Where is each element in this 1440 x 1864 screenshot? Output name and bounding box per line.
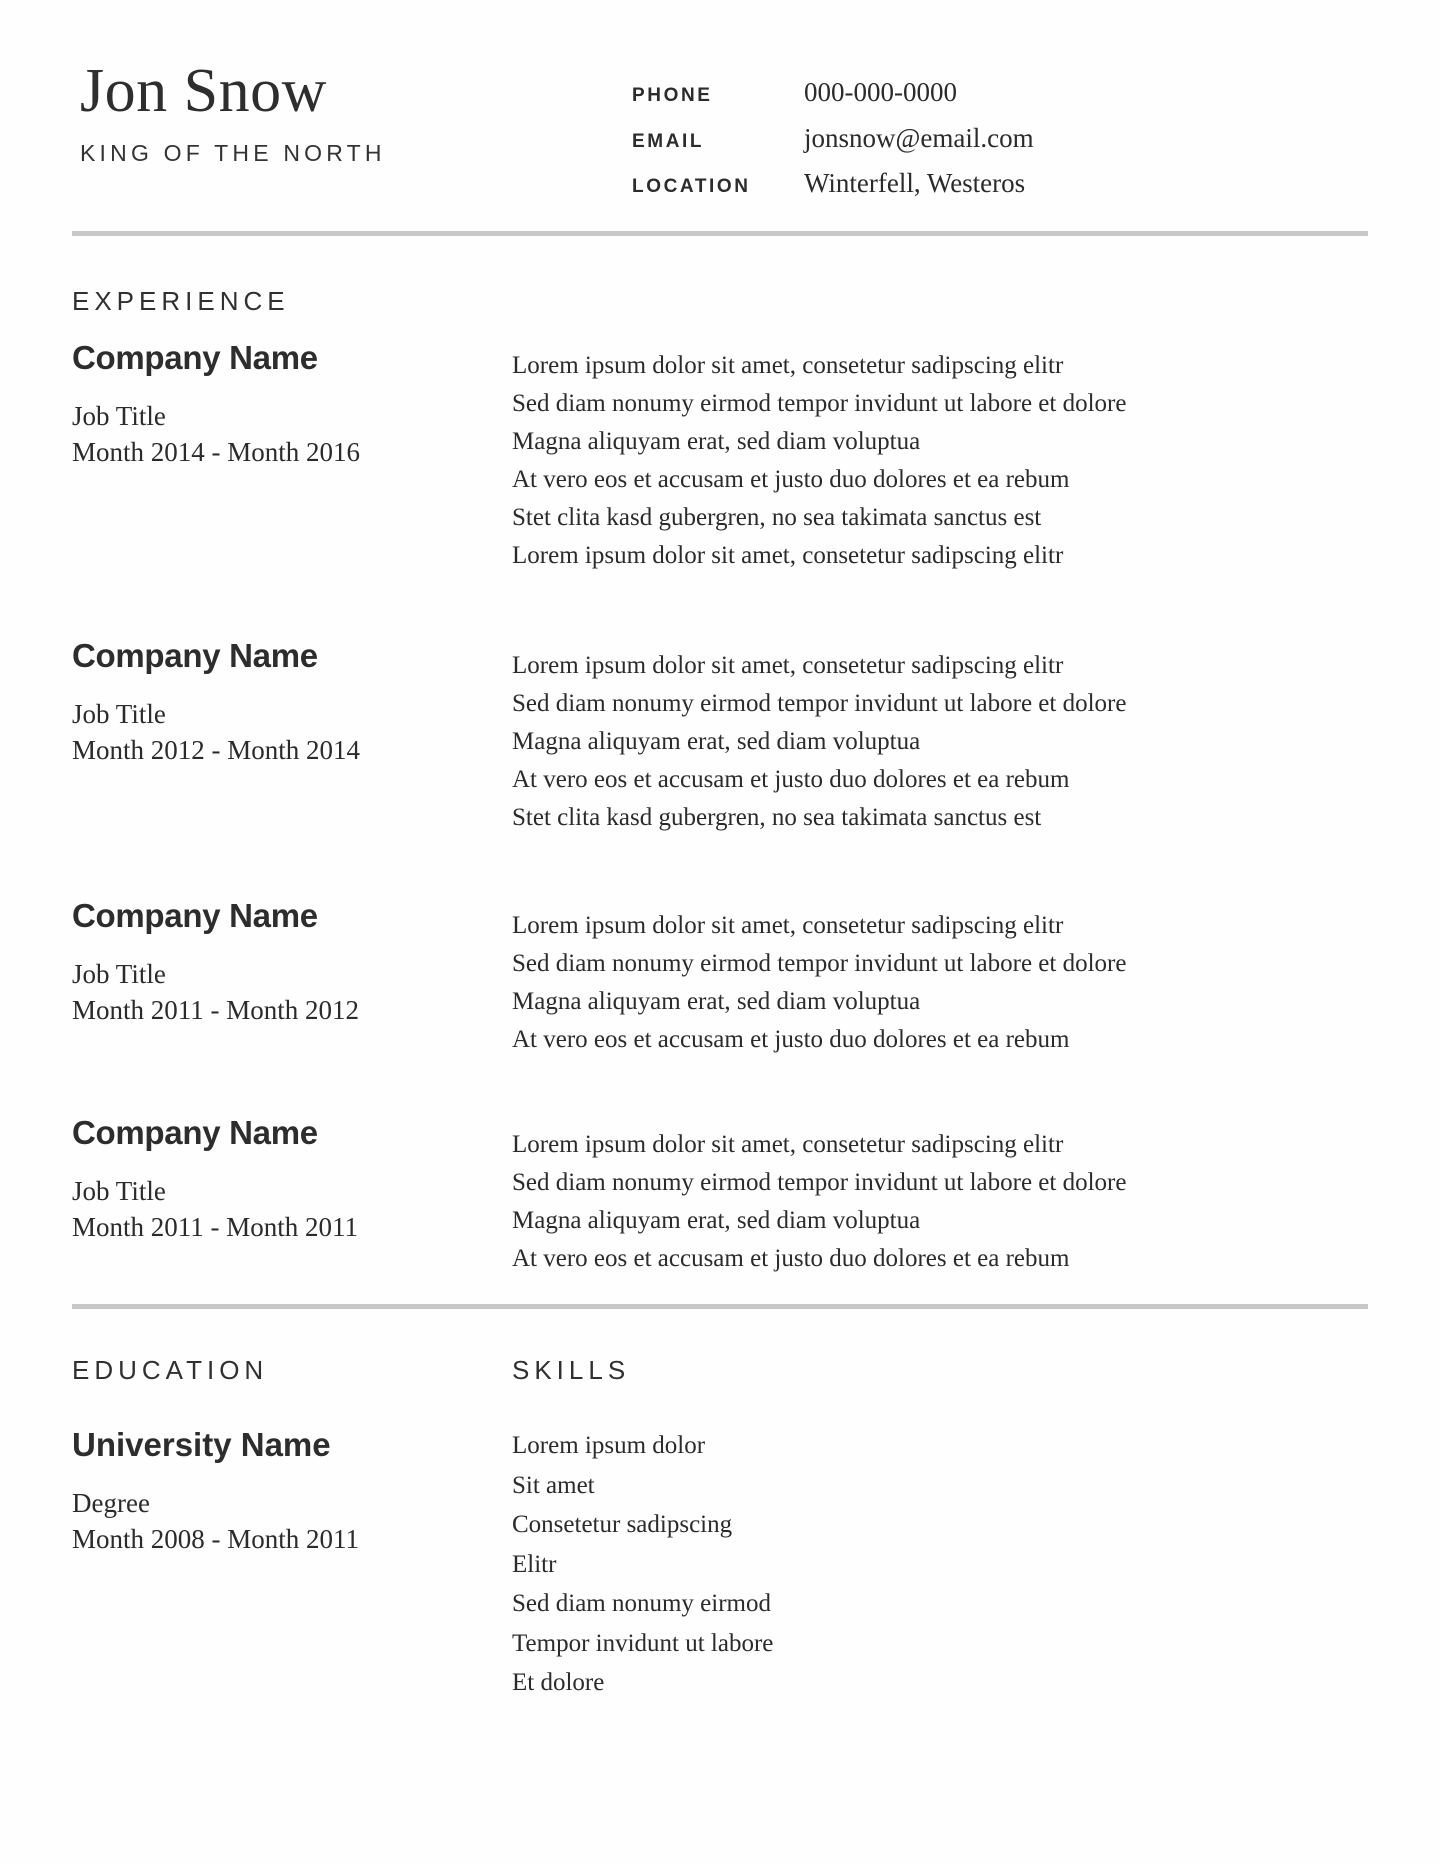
skills-section: SKILLS Lorem ipsum dolor Sit amet Conset… — [512, 1355, 1368, 1703]
skill-item: Lorem ipsum dolor — [512, 1432, 706, 1460]
experience-section-title: EXPERIENCE — [72, 286, 290, 317]
company-name: Company Name — [72, 1114, 318, 1152]
job-title: Job Title — [72, 959, 166, 990]
contact-row-email: EMAIL jonsnow@email.com — [632, 122, 1368, 154]
description-line: Sed diam nonumy eirmod tempor invidunt u… — [512, 690, 1127, 718]
description-line: Sed diam nonumy eirmod tempor invidunt u… — [512, 1169, 1127, 1197]
contact-label-phone: PHONE — [632, 85, 713, 106]
experience-entry: Company Name Job Title Month 2012 - Mont… — [72, 637, 1368, 837]
company-name: Company Name — [72, 637, 318, 675]
description-line: Magna aliquyam erat, sed diam voluptua — [512, 988, 921, 1016]
contact-row-location: LOCATION Winterfell, Westeros — [632, 169, 1368, 199]
contact-row-phone: PHONE 000-000-0000 — [632, 77, 1368, 108]
experience-entry-description: Lorem ipsum dolor sit amet, consetetur s… — [512, 339, 1368, 575]
company-name: Company Name — [72, 339, 318, 377]
contact-block: PHONE 000-000-0000 EMAIL jonsnow@email.c… — [632, 60, 1368, 199]
candidate-tagline: KING OF THE NORTH — [80, 140, 386, 166]
description-line: At vero eos et accusam et justo duo dolo… — [512, 466, 1070, 494]
description-line: Lorem ipsum dolor sit amet, consetetur s… — [512, 1131, 1064, 1159]
skill-item: Elitr — [512, 1550, 557, 1578]
degree-name: Degree — [72, 1488, 150, 1519]
description-line: Lorem ipsum dolor sit amet, consetetur s… — [512, 912, 1064, 940]
contact-label-location: LOCATION — [632, 176, 751, 198]
description-line: Sed diam nonumy eirmod tempor invidunt u… — [512, 390, 1127, 418]
description-line: Lorem ipsum dolor sit amet, consetetur s… — [512, 542, 1064, 570]
job-title: Job Title — [72, 1176, 166, 1207]
bottom-sections: EDUCATION University Name Degree Month 2… — [72, 1309, 1368, 1703]
employment-dates: Month 2014 - Month 2016 — [72, 436, 361, 467]
description-line: Lorem ipsum dolor sit amet, consetetur s… — [512, 352, 1064, 380]
university-name: University Name — [72, 1426, 331, 1464]
employment-dates: Month 2012 - Month 2014 — [72, 734, 361, 765]
experience-entry-description: Lorem ipsum dolor sit amet, consetetur s… — [512, 1114, 1368, 1278]
experience-entry-meta: Company Name Job Title Month 2014 - Mont… — [72, 339, 512, 575]
education-dates: Month 2008 - Month 2011 — [72, 1523, 360, 1554]
skill-item: Et dolore — [512, 1669, 605, 1697]
experience-entry-description: Lorem ipsum dolor sit amet, consetetur s… — [512, 637, 1368, 837]
resume-header: Jon Snow KING OF THE NORTH PHONE 000-000… — [72, 0, 1368, 199]
description-line: At vero eos et accusam et justo duo dolo… — [512, 1245, 1070, 1273]
experience-entry-description: Lorem ipsum dolor sit amet, consetetur s… — [512, 897, 1368, 1059]
experience-entry: Company Name Job Title Month 2011 - Mont… — [72, 1114, 1368, 1278]
description-line: At vero eos et accusam et justo duo dolo… — [512, 766, 1070, 794]
skills-section-title: SKILLS — [512, 1355, 631, 1386]
description-line: Magna aliquyam erat, sed diam voluptua — [512, 728, 921, 756]
experience-entry-meta: Company Name Job Title Month 2011 - Mont… — [72, 1114, 512, 1278]
description-line: Stet clita kasd gubergren, no sea takima… — [512, 504, 1042, 532]
resume-page: Jon Snow KING OF THE NORTH PHONE 000-000… — [0, 0, 1440, 1864]
skill-item: Consetetur sadipscing — [512, 1511, 733, 1539]
contact-value-email: jonsnow@email.com — [804, 122, 1034, 153]
experience-entry-meta: Company Name Job Title Month 2012 - Mont… — [72, 637, 512, 837]
education-section: EDUCATION University Name Degree Month 2… — [72, 1355, 512, 1703]
contact-value-phone: 000-000-0000 — [804, 77, 957, 107]
education-section-title: EDUCATION — [72, 1355, 269, 1386]
description-line: Magna aliquyam erat, sed diam voluptua — [512, 1207, 921, 1235]
experience-entry-meta: Company Name Job Title Month 2011 - Mont… — [72, 897, 512, 1059]
experience-entry: Company Name Job Title Month 2014 - Mont… — [72, 339, 1368, 575]
company-name: Company Name — [72, 897, 318, 935]
contact-label-email: EMAIL — [632, 130, 705, 152]
description-line: At vero eos et accusam et justo duo dolo… — [512, 1026, 1070, 1054]
candidate-name: Jon Snow — [80, 57, 327, 125]
contact-value-location: Winterfell, Westeros — [804, 168, 1026, 199]
job-title: Job Title — [72, 401, 166, 432]
experience-section: EXPERIENCE Company Name Job Title Month … — [72, 236, 1368, 1278]
experience-entry: Company Name Job Title Month 2011 - Mont… — [72, 897, 1368, 1059]
description-line: Stet clita kasd gubergren, no sea takima… — [512, 804, 1042, 832]
description-line: Sed diam nonumy eirmod tempor invidunt u… — [512, 950, 1127, 978]
employment-dates: Month 2011 - Month 2012 — [72, 994, 360, 1025]
skill-item: Sed diam nonumy eirmod — [512, 1590, 771, 1618]
skill-item: Tempor invidunt ut labore — [512, 1629, 774, 1657]
skill-item: Sit amet — [512, 1471, 595, 1499]
job-title: Job Title — [72, 699, 166, 730]
description-line: Lorem ipsum dolor sit amet, consetetur s… — [512, 652, 1064, 680]
employment-dates: Month 2011 - Month 2011 — [72, 1211, 359, 1242]
identity-block: Jon Snow KING OF THE NORTH — [72, 60, 632, 167]
description-line: Magna aliquyam erat, sed diam voluptua — [512, 428, 921, 456]
